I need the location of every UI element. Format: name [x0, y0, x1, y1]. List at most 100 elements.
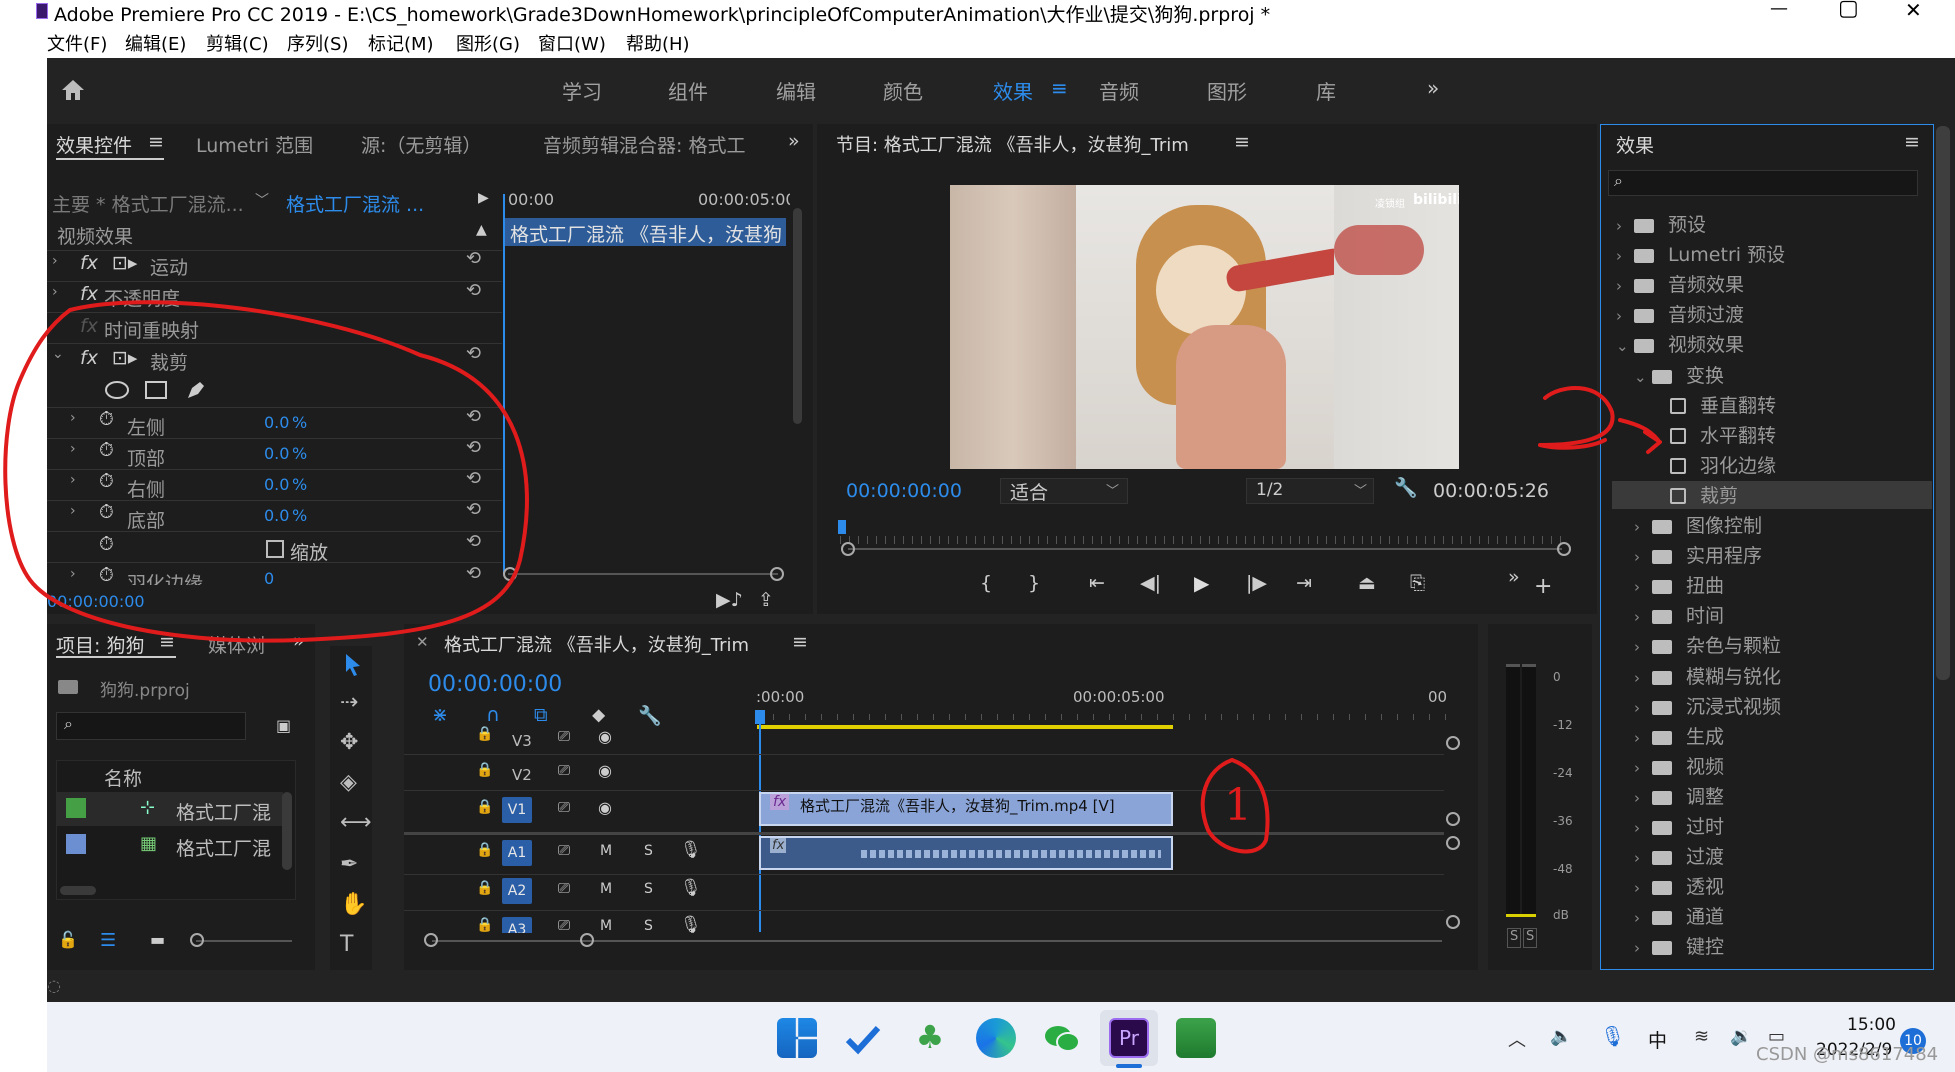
chevron-right-icon[interactable]: ›	[1616, 217, 1634, 235]
project-item-name[interactable]: 格式工厂混	[176, 798, 271, 828]
play-audio-icon[interactable]: ▶♪	[716, 589, 743, 619]
menu-marker[interactable]: 标记(M)	[368, 30, 434, 56]
fx-badge[interactable]: fx	[80, 252, 98, 282]
chevron-right-icon[interactable]: ›	[1634, 548, 1652, 566]
effects-tree-item[interactable]: › 键控	[1612, 932, 1932, 960]
label-color-swatch[interactable]	[66, 798, 86, 818]
effects-tree-item[interactable]: › 时间	[1612, 601, 1932, 629]
workspace-audio[interactable]: 音频	[1099, 76, 1139, 105]
effect-crop[interactable]: 裁剪	[150, 348, 188, 378]
effects-tree-item[interactable]: › 通道	[1612, 902, 1932, 930]
microphone-icon[interactable]: 🎙	[1600, 1024, 1625, 1048]
extract-icon[interactable]: ⎘	[1410, 572, 1425, 602]
sync-lock-icon[interactable]: ⎚	[558, 916, 570, 933]
close-tab-icon[interactable]: ✕	[416, 633, 429, 651]
panel-menu-icon[interactable]: ≡	[1234, 131, 1250, 153]
expand-arrow-icon[interactable]: ›	[70, 503, 76, 533]
stopwatch-icon[interactable]: ⏱	[99, 501, 114, 531]
wechat-icon[interactable]	[1042, 1018, 1082, 1058]
workspace-assembly[interactable]: 组件	[668, 76, 708, 105]
ime-indicator[interactable]: 中	[1648, 1026, 1667, 1053]
program-zoom-track[interactable]	[848, 548, 1562, 550]
tab-project[interactable]: 项目: 狗狗	[56, 631, 144, 658]
track-select-tool-icon[interactable]: ⇢	[340, 690, 358, 715]
lock-icon[interactable]: 🔓	[58, 930, 78, 960]
minimize-button[interactable]: —	[1770, 0, 1788, 19]
reset-icon[interactable]: ⟲	[466, 280, 481, 301]
lock-icon[interactable]: 🔒	[476, 917, 493, 933]
expand-arrow-icon[interactable]: ›	[70, 441, 76, 471]
tab-media-browser[interactable]: 媒体浏	[208, 631, 265, 658]
workspace-effects[interactable]: 效果	[993, 76, 1033, 105]
program-timecode[interactable]: 00:00:00:00	[846, 480, 962, 510]
scroll-handle[interactable]	[580, 933, 594, 947]
mute-button[interactable]: M	[600, 881, 612, 911]
volume-icon[interactable]: 🔉	[1730, 1026, 1752, 1047]
lock-icon[interactable]: 🔒	[476, 762, 493, 792]
eye-icon[interactable]: ◉	[598, 727, 612, 757]
step-back-icon[interactable]: ◀|	[1140, 572, 1161, 602]
menu-help[interactable]: 帮助(H)	[626, 30, 690, 56]
effects-tree-item[interactable]: › 扭曲	[1612, 571, 1932, 599]
close-button[interactable]: ✕	[1905, 0, 1922, 22]
tab-source[interactable]: 源:（无剪辑）	[361, 131, 481, 158]
eye-icon[interactable]: ◉	[598, 798, 612, 828]
add-button-icon[interactable]: +	[1534, 574, 1552, 604]
menu-edit[interactable]: 编辑(E)	[125, 30, 186, 56]
effects-tree-item[interactable]: › 过时	[1612, 812, 1932, 840]
chevron-right-icon[interactable]: ›	[1634, 699, 1652, 717]
zoom-slider[interactable]	[196, 940, 292, 942]
audio-clip-a1[interactable]	[759, 836, 1173, 870]
sync-lock-icon[interactable]: ⎚	[558, 727, 570, 757]
param-feather-value[interactable]: 0	[264, 569, 274, 585]
effects-panel-title[interactable]: 效果	[1616, 131, 1654, 158]
reset-icon[interactable]: ⟲	[466, 248, 481, 269]
collapse-arrow-icon[interactable]: ⌄	[52, 346, 64, 376]
mic-icon[interactable]: 🎙	[680, 840, 702, 870]
effects-tree-item[interactable]: › 实用程序	[1612, 541, 1932, 569]
step-forward-icon[interactable]: |▶	[1246, 572, 1267, 602]
chevron-down-icon[interactable]: ⌄	[1616, 337, 1634, 355]
effects-scrollbar[interactable]	[1936, 126, 1950, 680]
workspace-color[interactable]: 颜色	[883, 76, 923, 105]
solo-right-button[interactable]: S	[1523, 928, 1538, 948]
program-playhead-marker[interactable]	[838, 520, 846, 534]
chevron-right-icon[interactable]: ›	[1634, 909, 1652, 927]
lock-icon[interactable]: 🔒	[476, 842, 493, 872]
clover-app-icon[interactable]: ♣	[910, 1018, 950, 1058]
scroll-handle[interactable]	[770, 567, 784, 581]
reset-icon[interactable]: ⟲	[466, 531, 481, 552]
tab-effect-controls[interactable]: 效果控件	[56, 131, 132, 158]
effects-tree-item[interactable]: › Lumetri 预设	[1612, 240, 1932, 268]
tab-lumetri-scopes[interactable]: Lumetri 范围	[196, 131, 313, 158]
workspace-graphics[interactable]: 图形	[1207, 76, 1247, 105]
expand-arrow-icon[interactable]: ›	[52, 284, 58, 314]
stopwatch-icon[interactable]: ⏱	[99, 408, 114, 438]
chevron-down-icon[interactable]: ﹀	[1354, 480, 1367, 510]
ruler-ticks[interactable]	[757, 708, 1447, 720]
project-search-input[interactable]	[56, 712, 246, 740]
timeline-sequence-tab[interactable]: 格式工厂混流 《吾非人，汝甚狗_Trim	[444, 631, 749, 657]
sync-lock-icon[interactable]: ⎚	[558, 841, 570, 871]
master-dropdown-icon[interactable]: ﹀	[255, 190, 269, 220]
chevron-right-icon[interactable]: ›	[1616, 247, 1634, 265]
list-view-icon[interactable]: ☰	[100, 930, 116, 960]
chevron-right-icon[interactable]: ›	[1634, 789, 1652, 807]
effects-tree-item[interactable]: › 视频	[1612, 752, 1932, 780]
track-label-a2[interactable]: A2	[502, 878, 532, 904]
eye-icon[interactable]: ◉	[598, 761, 612, 791]
expand-arrow-icon[interactable]: ›	[70, 472, 76, 502]
solo-button[interactable]: S	[644, 881, 653, 911]
effects-tree-item[interactable]: › 生成	[1612, 722, 1932, 750]
workspace-libraries[interactable]: 库	[1316, 76, 1336, 105]
expand-arrow-icon[interactable]: ›	[70, 566, 76, 585]
icon-view-icon[interactable]: ▬	[150, 930, 165, 960]
solo-left-button[interactable]: S	[1507, 928, 1522, 948]
home-icon[interactable]	[60, 78, 86, 102]
chevron-right-icon[interactable]: ›	[1634, 939, 1652, 957]
scroll-handle[interactable]	[841, 542, 855, 556]
stopwatch-icon[interactable]: ⏱	[99, 533, 114, 563]
track-label-v1[interactable]: V1	[502, 797, 532, 823]
mute-button[interactable]: M	[600, 918, 612, 933]
panel-more-button[interactable]: »	[293, 630, 305, 652]
